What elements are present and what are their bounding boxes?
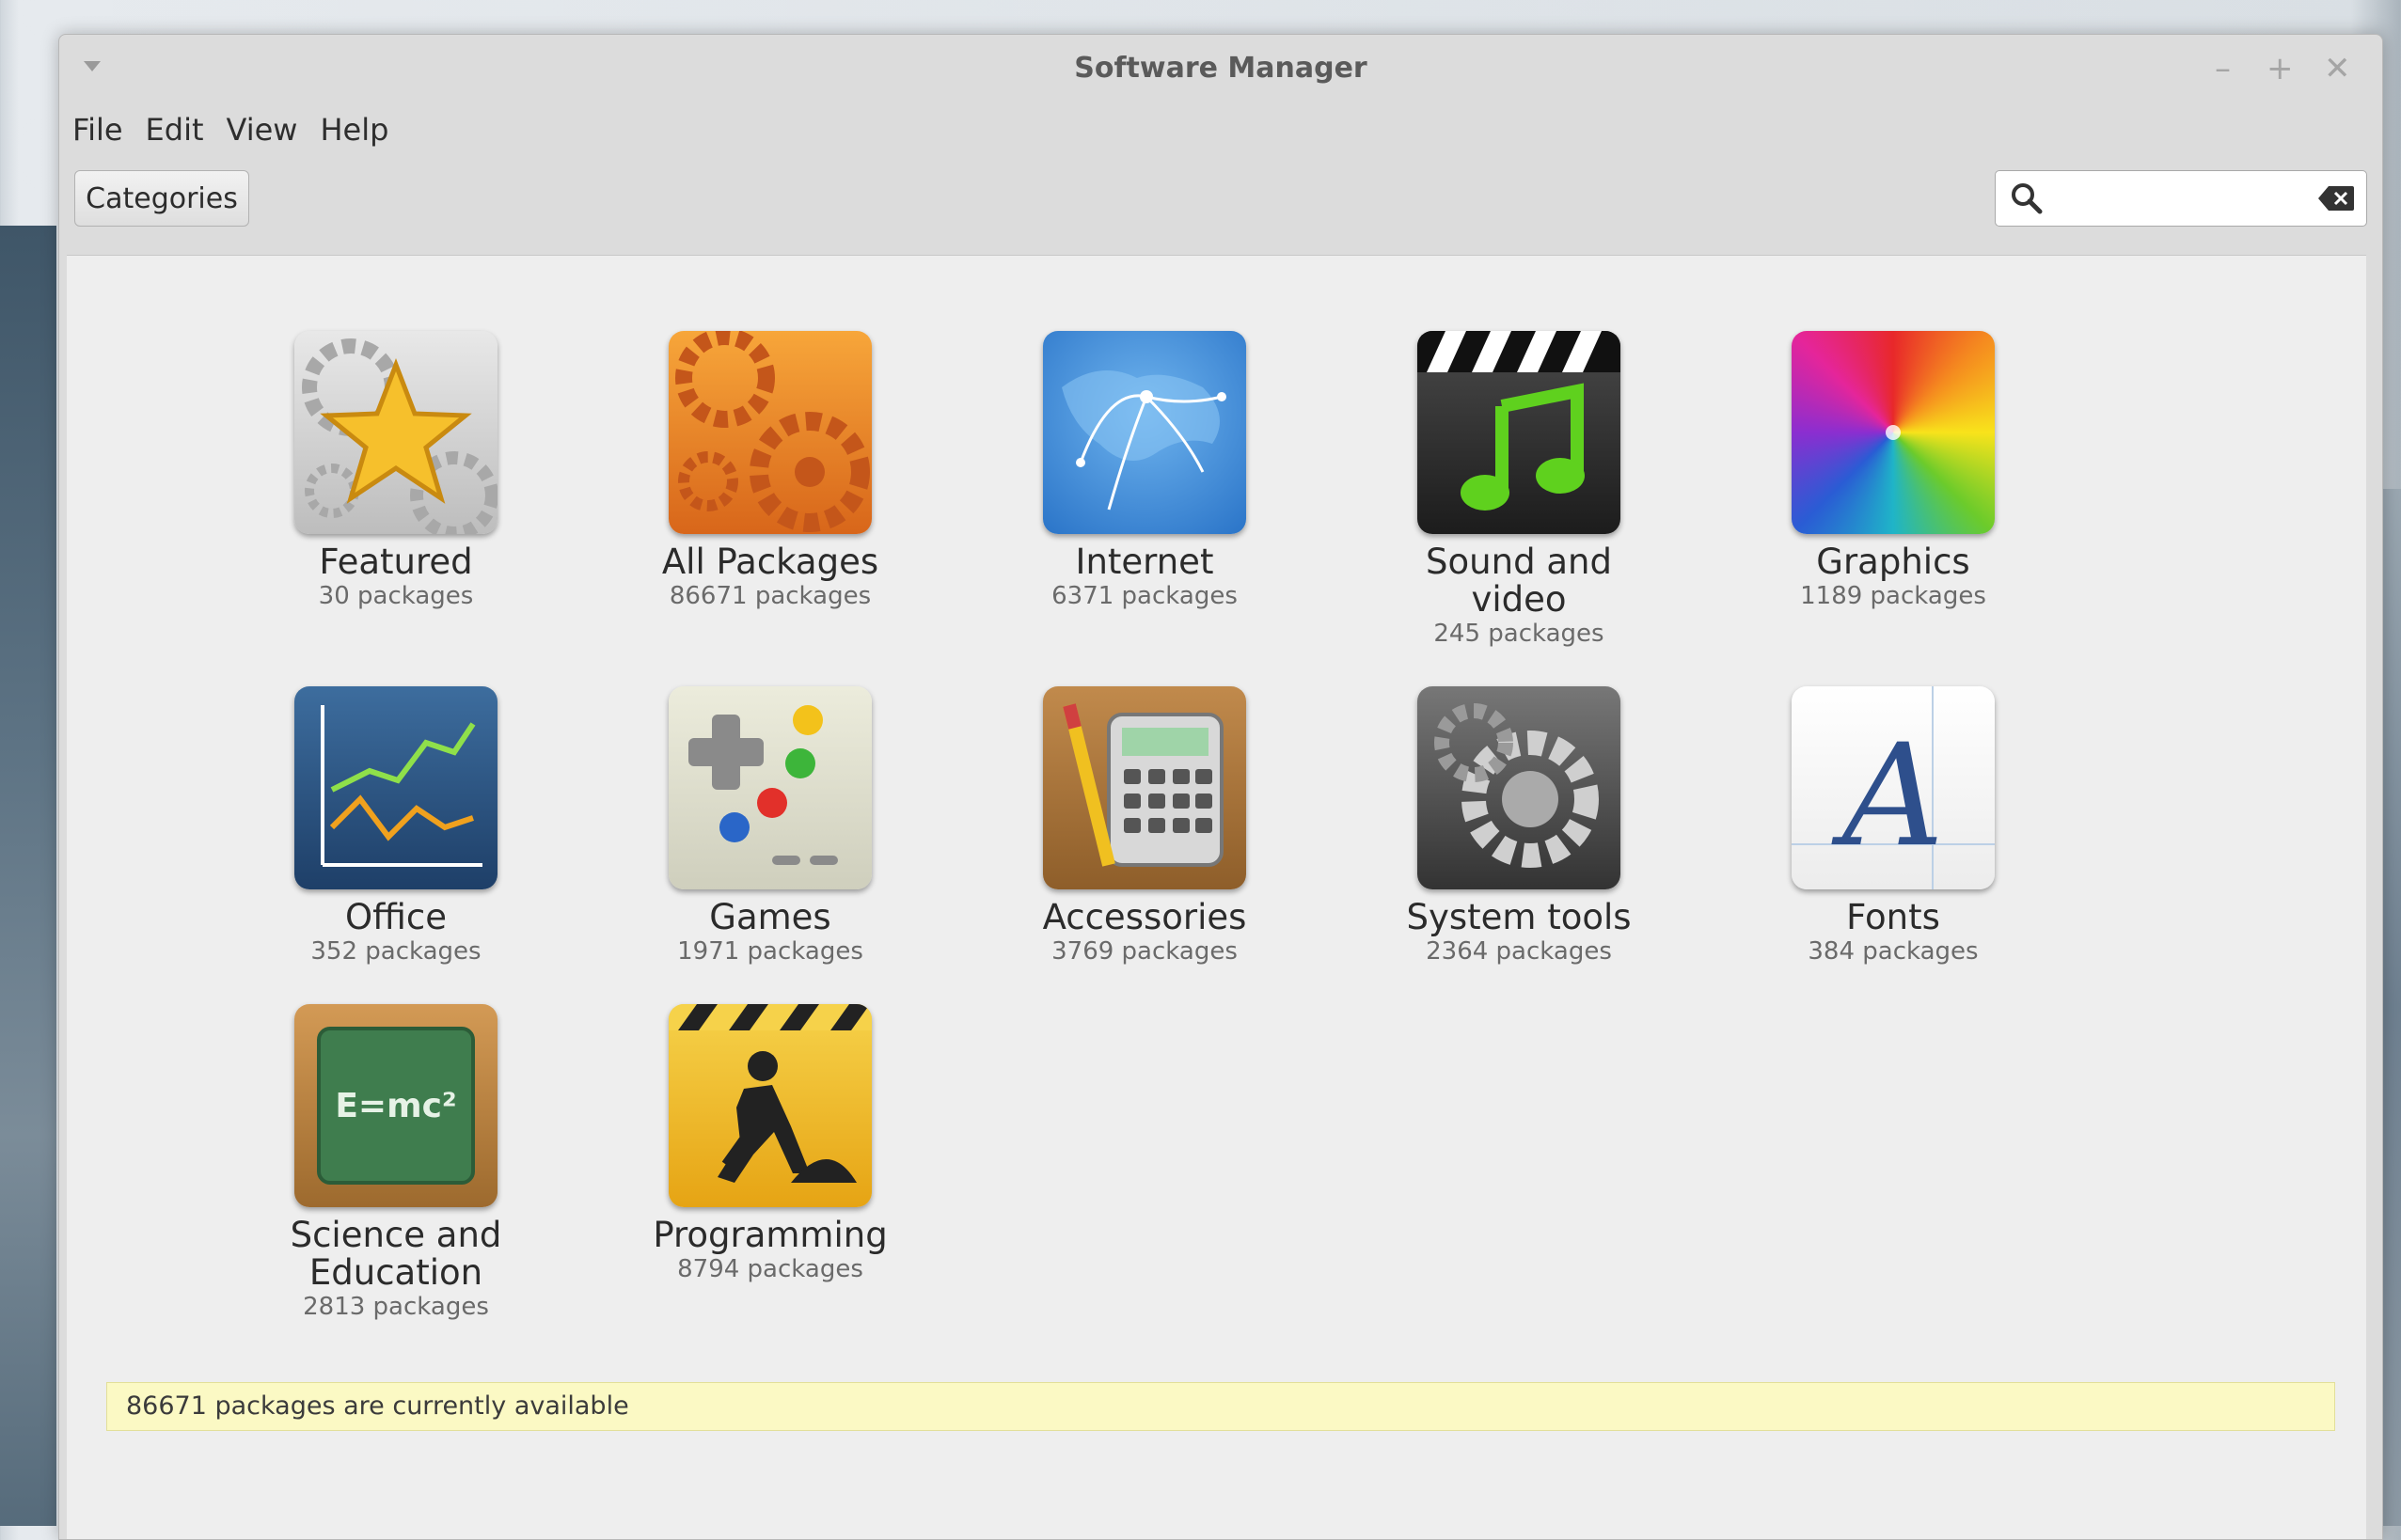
window-title: Software Manager: [1074, 52, 1367, 85]
office-chart-icon: [294, 686, 498, 889]
clear-search-icon[interactable]: [2317, 184, 2355, 212]
games-gamepad-icon: [669, 686, 872, 889]
category-sound-and-video[interactable]: Sound and video 245 packages: [1378, 331, 1660, 649]
close-button[interactable]: ✕: [2324, 50, 2351, 87]
internet-globe-icon: [1043, 331, 1246, 534]
software-manager-window: Software Manager – + ✕ File Edit View He…: [58, 34, 2383, 1540]
toolbar: Categories: [59, 166, 2382, 251]
category-name: Accessories: [1042, 897, 1247, 937]
category-count: 2364 packages: [1426, 937, 1612, 966]
category-science-and-education[interactable]: E=mc² Science and Education 2813 package…: [255, 1004, 537, 1322]
search-box[interactable]: [1995, 170, 2367, 227]
maximize-button[interactable]: +: [2267, 50, 2294, 87]
category-count: 6371 packages: [1051, 582, 1238, 610]
category-name: Graphics: [1816, 542, 1970, 582]
category-count: 86671 packages: [669, 582, 872, 610]
category-count: 384 packages: [1808, 937, 1979, 966]
category-system-tools[interactable]: System tools 2364 packages: [1378, 686, 1660, 966]
category-fonts[interactable]: A Fonts 384 packages: [1752, 686, 2034, 966]
category-programming[interactable]: Programming 8794 packages: [629, 1004, 911, 1284]
category-name: System tools: [1406, 897, 1632, 937]
desktop-background-left: [0, 226, 56, 1526]
font-glyph: A: [1831, 715, 1944, 878]
categories-button[interactable]: Categories: [74, 170, 249, 227]
all-packages-gears-icon: [669, 331, 872, 534]
minimize-button[interactable]: –: [2215, 50, 2231, 87]
category-games[interactable]: Games 1971 packages: [629, 686, 911, 966]
menu-bar: File Edit View Help: [72, 106, 411, 153]
category-name: Science and Education: [290, 1215, 502, 1293]
category-name: Office: [344, 897, 447, 937]
category-graphics[interactable]: Graphics 1189 packages: [1752, 331, 2034, 611]
category-count: 1971 packages: [677, 937, 863, 966]
category-name: Programming: [653, 1215, 888, 1255]
category-all-packages[interactable]: All Packages 86671 packages: [629, 331, 911, 611]
fonts-letter-icon: A: [1792, 686, 1995, 889]
title-bar[interactable]: Software Manager – + ✕: [59, 35, 2382, 106]
menu-help[interactable]: Help: [320, 106, 388, 153]
search-input[interactable]: [2052, 179, 2310, 218]
menu-file[interactable]: File: [72, 106, 123, 153]
category-count: 30 packages: [318, 582, 474, 610]
search-icon: [2012, 183, 2043, 214]
system-tools-gear-icon: [1417, 686, 1620, 889]
category-count: 3769 packages: [1051, 937, 1238, 966]
menu-view[interactable]: View: [227, 106, 298, 153]
accessories-calculator-icon: [1043, 686, 1246, 889]
category-name: Games: [709, 897, 831, 937]
category-count: 1189 packages: [1800, 582, 1986, 610]
category-name: Featured: [319, 542, 473, 582]
graphics-color-wheel-icon: [1792, 331, 1995, 534]
menu-edit[interactable]: Edit: [146, 106, 204, 153]
category-view: Featured 30 packages All Packages 86671 …: [67, 255, 2366, 1539]
category-count: 8794 packages: [677, 1255, 863, 1283]
category-accessories[interactable]: Accessories 3769 packages: [1003, 686, 1286, 966]
category-count: 245 packages: [1433, 620, 1604, 648]
category-name: All Packages: [661, 542, 879, 582]
status-message: 86671 packages are currently available: [106, 1382, 2335, 1431]
science-chalkboard-icon: E=mc²: [294, 1004, 498, 1207]
category-name: Sound and video: [1426, 542, 1612, 620]
programming-worker-icon: [669, 1004, 872, 1207]
category-name: Internet: [1075, 542, 1214, 582]
chalk-formula: E=mc²: [335, 1087, 456, 1125]
sound-video-clapper-icon: [1417, 331, 1620, 534]
featured-star-icon: [294, 331, 498, 534]
category-count: 2813 packages: [303, 1293, 489, 1321]
category-featured[interactable]: Featured 30 packages: [255, 331, 537, 611]
category-count: 352 packages: [310, 937, 482, 966]
category-name: Fonts: [1846, 897, 1940, 937]
category-office[interactable]: Office 352 packages: [255, 686, 537, 966]
category-internet[interactable]: Internet 6371 packages: [1003, 331, 1286, 611]
